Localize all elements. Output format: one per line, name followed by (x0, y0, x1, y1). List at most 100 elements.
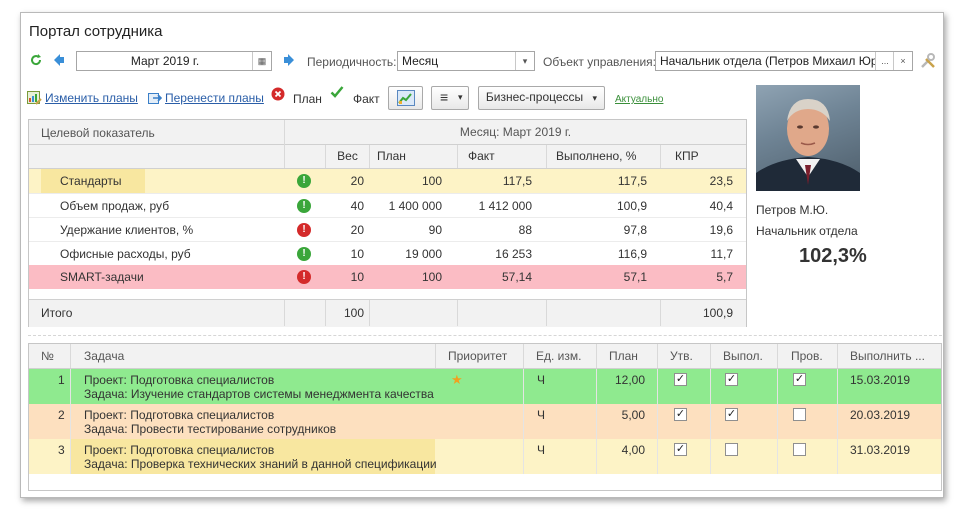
kpi-row-name: Офисные расходы, руб (60, 247, 191, 261)
kpi-row[interactable]: Офисные расходы, руб ! 10 19 000 16 253 … (29, 241, 746, 266)
kpi-col-weight: Вес (337, 149, 358, 163)
clear-icon[interactable]: × (893, 52, 912, 70)
business-processes-label: Бизнес-процессы (485, 90, 584, 104)
tools-icon[interactable] (920, 53, 936, 69)
checked-checkbox[interactable] (793, 443, 806, 456)
status-ok-icon: ! (297, 199, 311, 213)
kpi-total-weight: 100 (343, 306, 364, 320)
kpi-row-weight: 20 (350, 223, 364, 237)
task-due: 20.03.2019 (850, 408, 911, 422)
kpi-row-name: Объем продаж, руб (60, 199, 170, 213)
tasks-col-unit: Ед. изм. (536, 349, 582, 363)
actual-link[interactable]: Актуально (615, 94, 663, 105)
status-ok-icon: ! (297, 174, 311, 188)
change-plans-icon[interactable] (27, 91, 42, 105)
task-num: 1 (58, 373, 65, 387)
task-project: Проект: Подготовка специалистов (84, 373, 275, 387)
kpi-row-weight: 20 (350, 174, 364, 188)
object-select-button[interactable]: ... (875, 52, 894, 70)
kpi-col-kpr: КПР (675, 149, 699, 163)
kpi-row[interactable]: Удержание клиентов, % ! 20 90 88 97,8 19… (29, 217, 746, 242)
employee-photo (756, 85, 860, 191)
approved-checkbox[interactable]: ✓ (674, 443, 687, 456)
kpi-header-indicator: Целевой показатель (41, 126, 155, 140)
table-row[interactable]: 1 Проект: Подготовка специалистов Задача… (29, 369, 941, 404)
done-checkbox[interactable]: ✓ (725, 373, 738, 386)
task-plan: 4,00 (621, 443, 645, 457)
tasks-col-plan: План (609, 349, 638, 363)
fact-check-icon[interactable] (330, 85, 344, 99)
task-unit: Ч (537, 443, 545, 457)
period-value: Март 2019 г. (130, 54, 200, 68)
approved-checkbox[interactable]: ✓ (674, 373, 687, 386)
kpi-col-done: Выполнено, % (556, 149, 637, 163)
kpi-col-plan: План (377, 149, 406, 163)
task-project: Проект: Подготовка специалистов (84, 443, 275, 457)
kpi-header-columns: Вес План Факт Выполнено, % КПР (285, 145, 746, 168)
kpi-row-weight: 40 (350, 199, 364, 213)
object-field[interactable]: Начальник отдела (Петров Михаил Юрье ...… (655, 51, 913, 71)
move-plans-link[interactable]: Перенести планы (165, 91, 264, 105)
checked-checkbox[interactable]: ✓ (793, 373, 806, 386)
table-row[interactable]: 2 Проект: Подготовка специалистов Задача… (29, 404, 941, 439)
table-row[interactable]: 3 Проект: Подготовка специалистов Задача… (29, 439, 941, 474)
kpi-row-done: 97,8 (623, 223, 647, 237)
kpi-row-kpr: 40,4 (709, 199, 733, 213)
arrow-left-icon[interactable] (53, 53, 65, 67)
chevron-down-icon[interactable]: ▾ (515, 52, 534, 70)
kpi-row-plan: 100 (421, 270, 442, 284)
tasks-col-checked: Пров. (791, 349, 823, 363)
kpi-col-fact: Факт (468, 149, 495, 163)
employee-score: 102,3% (799, 245, 867, 267)
task-plan: 12,00 (614, 373, 645, 387)
kpi-total-kpr: 100,9 (702, 306, 733, 320)
done-checkbox[interactable]: ✓ (725, 408, 738, 421)
employee-position: Начальник отдела (756, 224, 858, 238)
plan-label: План (293, 92, 322, 106)
tasks-col-due: Выполнить ... (850, 349, 925, 363)
business-processes-button[interactable]: Бизнес-процессы ▾ (478, 86, 605, 110)
tasks-col-num: № (41, 349, 54, 363)
kpi-row-fact: 117,5 (502, 174, 532, 188)
window-title: Портал сотрудника (29, 23, 163, 40)
portrait-icon (756, 99, 860, 191)
kpi-row-done: 116,9 (617, 247, 647, 261)
kpi-row[interactable]: SMART-задачи ! 10 100 57,14 57,1 5,7 (29, 265, 746, 289)
plan-error-icon[interactable] (271, 87, 285, 101)
task-project: Проект: Подготовка специалистов (84, 408, 275, 422)
kpi-row[interactable]: Объем продаж, руб ! 40 1 400 000 1 412 0… (29, 193, 746, 218)
move-plans-icon[interactable] (148, 91, 162, 105)
priority-star-icon: ★ (451, 372, 463, 387)
kpi-row-plan: 100 (421, 174, 442, 188)
task-unit: Ч (537, 408, 545, 422)
arrow-right-icon[interactable] (283, 53, 295, 67)
periodicity-select[interactable]: Месяц ▾ (397, 51, 535, 71)
menu-button[interactable]: ≡ ▾ (431, 86, 469, 110)
checked-checkbox[interactable] (793, 408, 806, 421)
kpi-row-kpr: 23,5 (709, 174, 733, 188)
kpi-row-name: Удержание клиентов, % (60, 223, 194, 237)
task-num: 2 (58, 408, 65, 422)
approved-checkbox[interactable]: ✓ (674, 408, 687, 421)
refresh-icon[interactable] (29, 53, 43, 67)
chart-button[interactable] (388, 86, 423, 110)
kpi-row-kpr: 11,7 (710, 247, 733, 261)
done-checkbox[interactable] (725, 443, 738, 456)
task-description: Задача: Изучение стандартов системы мене… (84, 387, 434, 401)
kpi-row-fact: 16 253 (495, 247, 532, 261)
tasks-col-priority: Приоритет (448, 349, 508, 363)
calendar-icon[interactable]: ▦ (252, 52, 271, 70)
fact-label: Факт (353, 92, 380, 106)
hamburger-icon: ≡ (440, 89, 449, 105)
employee-name: Петров М.Ю. (756, 203, 829, 217)
object-value: Начальник отдела (Петров Михаил Юрье (660, 54, 891, 68)
change-plans-link[interactable]: Изменить планы (45, 91, 138, 105)
kpi-row[interactable]: Стандарты ! 20 100 117,5 117,5 23,5 (29, 169, 746, 193)
task-num: 3 (58, 443, 65, 457)
kpi-row-kpr: 5,7 (716, 270, 733, 284)
tasks-col-task: Задача (84, 349, 125, 363)
kpi-row-weight: 10 (350, 270, 364, 284)
period-field[interactable]: Март 2019 г. ▦ (76, 51, 272, 71)
chevron-down-icon: ▾ (592, 93, 598, 103)
kpi-row-fact: 88 (518, 223, 532, 237)
